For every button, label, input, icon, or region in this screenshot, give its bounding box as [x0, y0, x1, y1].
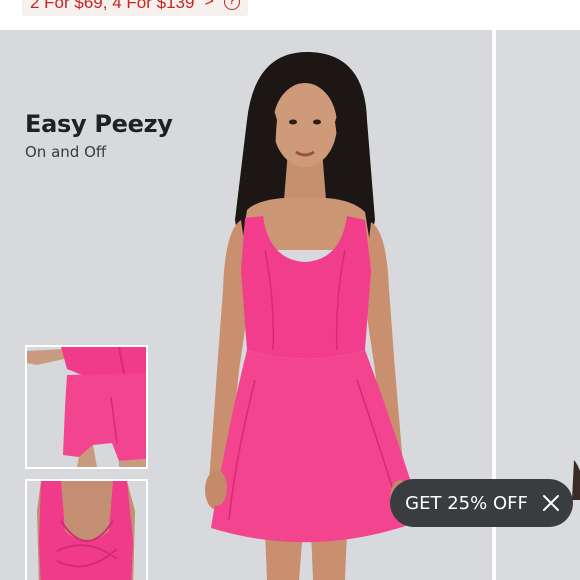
thumbnail-shorts-image — [27, 347, 146, 467]
chevron-right-icon: > — [204, 0, 214, 10]
help-circle-icon[interactable]: ? — [223, 0, 240, 10]
product-subtitle: On and Off — [25, 143, 107, 161]
product-title: Easy Peezy — [25, 110, 173, 138]
promo-chip[interactable]: 2 For $69, 4 For $139 > ? — [22, 0, 248, 16]
thumbnail-back-image — [27, 481, 146, 580]
thumbnail-back[interactable] — [25, 479, 148, 580]
promo-banner: 2 For $69, 4 For $139 > ? — [0, 0, 580, 30]
promo-text: 2 For $69, 4 For $139 — [30, 0, 195, 12]
close-icon[interactable] — [542, 494, 560, 512]
product-page: 2 For $69, 4 For $139 > ? Easy Peezy On … — [0, 0, 580, 580]
discount-offer-button[interactable]: GET 25% OFF — [390, 479, 573, 527]
discount-label: GET 25% OFF — [405, 492, 528, 514]
thumbnail-shorts[interactable] — [25, 345, 148, 469]
